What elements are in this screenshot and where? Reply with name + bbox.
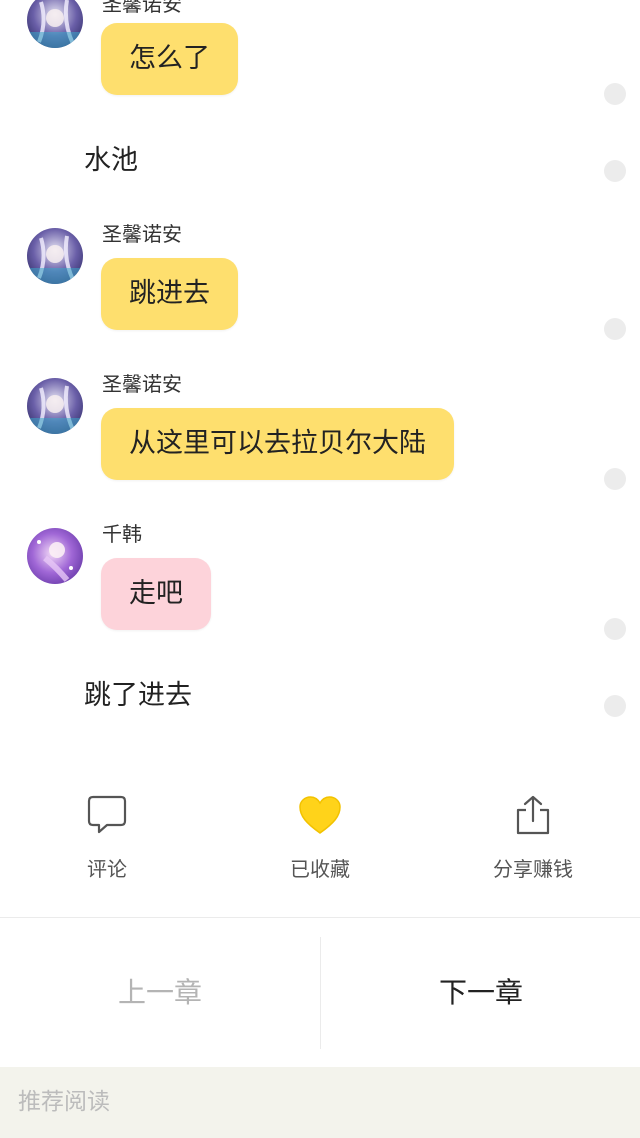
comment-dot[interactable]	[604, 618, 626, 640]
recommend-bar[interactable]: 推荐阅读	[0, 1067, 640, 1138]
next-chapter-button[interactable]: 下一章	[321, 938, 640, 1048]
divider	[0, 917, 640, 918]
narration-text: 跳了进去	[84, 680, 192, 711]
comment-action[interactable]: 评论	[27, 790, 187, 881]
comment-dot[interactable]	[604, 695, 626, 717]
sender-name: 圣馨诺安	[102, 222, 182, 246]
avatar-shengxin-nuoan[interactable]	[27, 228, 83, 284]
sender-name: 圣馨诺安	[102, 372, 182, 396]
avatar-shengxin-nuoan[interactable]	[27, 0, 83, 48]
share-label: 分享赚钱	[493, 857, 573, 881]
favorite-action[interactable]: 已收藏	[240, 790, 400, 881]
message-bubble[interactable]: 从这里可以去拉贝尔大陆	[101, 408, 454, 480]
comment-dot[interactable]	[604, 468, 626, 490]
avatar-shengxin-nuoan[interactable]	[27, 378, 83, 434]
favorite-label: 已收藏	[290, 857, 350, 881]
comment-dot[interactable]	[604, 160, 626, 182]
heart-icon	[240, 790, 400, 840]
narration-text: 水池	[84, 145, 138, 176]
comment-label: 评论	[87, 857, 127, 881]
message-bubble[interactable]: 跳进去	[101, 258, 238, 330]
message-bubble[interactable]: 走吧	[101, 558, 211, 630]
speech-bubble-icon	[27, 790, 187, 840]
sender-name: 千韩	[102, 522, 142, 546]
share-action[interactable]: 分享赚钱	[453, 790, 613, 881]
sender-name: 圣馨诺安	[102, 0, 182, 16]
message-bubble[interactable]: 怎么了	[101, 23, 238, 95]
comment-dot[interactable]	[604, 83, 626, 105]
comment-dot[interactable]	[604, 318, 626, 340]
prev-chapter-button[interactable]: 上一章	[0, 938, 320, 1048]
recommend-label: 推荐阅读	[18, 1089, 110, 1115]
share-icon	[453, 790, 613, 840]
avatar-qianhan[interactable]	[27, 528, 83, 584]
